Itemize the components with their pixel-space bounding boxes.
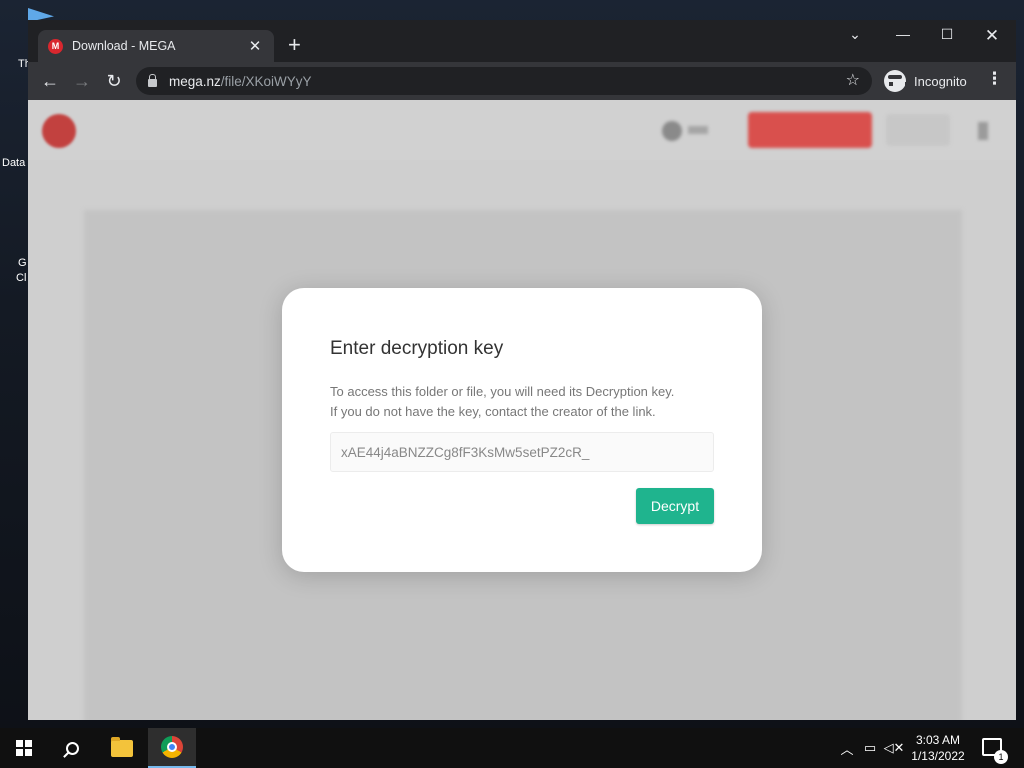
incognito-label: Incognito xyxy=(914,73,967,89)
show-hidden-icons-chevron-icon[interactable]: ︿ xyxy=(838,728,856,768)
start-button[interactable] xyxy=(0,728,48,768)
tab-search-chevron-icon[interactable]: ⌄ xyxy=(835,26,875,43)
folder-icon xyxy=(111,736,133,757)
tab-strip: M Download - MEGA ✕ + ⌄ — ☐ ✕ xyxy=(28,20,1016,62)
close-window-icon[interactable]: ✕ xyxy=(972,26,1012,46)
network-icon[interactable]: ▭ xyxy=(860,728,880,768)
dialog-description-line: If you do not have the key, contact the … xyxy=(330,404,656,419)
maximize-icon[interactable]: ☐ xyxy=(927,26,967,43)
minimize-icon[interactable]: — xyxy=(883,26,923,42)
language-globe-icon xyxy=(662,121,682,141)
chrome-icon xyxy=(161,736,183,758)
browser-menu-icon[interactable]: ⋮ xyxy=(986,69,1003,89)
mega-favicon-icon: M xyxy=(48,38,63,54)
chrome-taskbar-button[interactable] xyxy=(148,728,196,768)
dialog-description: To access this folder or file, you will … xyxy=(330,382,720,422)
desktop-icon-label[interactable]: Cl xyxy=(16,272,26,284)
forward-arrow-icon[interactable]: → xyxy=(70,69,94,93)
page-viewport: Enter decryption key To access this fold… xyxy=(28,100,1016,720)
lock-icon[interactable] xyxy=(148,73,157,87)
system-clock[interactable]: 3:03 AM 1/13/2022 xyxy=(906,732,970,764)
decrypt-button[interactable]: Decrypt xyxy=(636,488,714,524)
search-button[interactable] xyxy=(48,728,96,768)
desktop-icon-label[interactable]: G xyxy=(18,257,27,269)
mega-logo-icon xyxy=(42,114,76,148)
language-label-blurred xyxy=(688,126,708,134)
close-tab-icon[interactable]: ✕ xyxy=(246,37,264,55)
incognito-profile-button[interactable]: Incognito xyxy=(884,69,967,93)
tab-title: Download - MEGA xyxy=(72,39,176,53)
dialog-title: Enter decryption key xyxy=(330,338,504,359)
clock-date: 1/13/2022 xyxy=(911,749,965,763)
address-bar[interactable]: mega.nz/file/XKoiWYyY ☆ xyxy=(136,67,872,95)
browser-window: M Download - MEGA ✕ + ⌄ — ☐ ✕ ← → ↻ mega… xyxy=(28,20,1016,720)
back-arrow-icon[interactable]: ← xyxy=(38,69,62,93)
bookmark-star-icon[interactable]: ☆ xyxy=(846,70,860,90)
decryption-key-dialog: Enter decryption key To access this fold… xyxy=(282,288,762,572)
incognito-icon xyxy=(884,70,909,92)
taskbar: ︿ ▭ ◁✕ 3:03 AM 1/13/2022 1 xyxy=(0,728,1024,768)
tab-download-mega[interactable]: M Download - MEGA ✕ xyxy=(38,30,274,62)
url-host: mega.nz xyxy=(169,73,221,89)
volume-muted-icon[interactable]: ◁✕ xyxy=(884,728,905,768)
dialog-description-line: To access this folder or file, you will … xyxy=(330,384,675,399)
windows-logo-icon xyxy=(16,740,32,756)
create-account-button-blurred xyxy=(748,112,872,148)
browser-toolbar: ← → ↻ mega.nz/file/XKoiWYyY ☆ Incognito … xyxy=(28,62,1016,100)
reload-icon[interactable]: ↻ xyxy=(102,69,126,93)
notification-count-badge: 1 xyxy=(994,750,1008,764)
url-path: /file/XKoiWYyY xyxy=(220,73,312,89)
clock-time: 3:03 AM xyxy=(915,733,961,747)
decryption-key-input[interactable] xyxy=(330,432,714,472)
new-tab-plus-icon[interactable]: + xyxy=(288,33,301,57)
login-button-blurred xyxy=(886,114,950,146)
file-explorer-button[interactable] xyxy=(98,728,146,768)
desktop-icon-label[interactable]: Data xyxy=(2,157,25,169)
search-icon xyxy=(65,741,79,755)
menu-icon xyxy=(978,122,988,140)
